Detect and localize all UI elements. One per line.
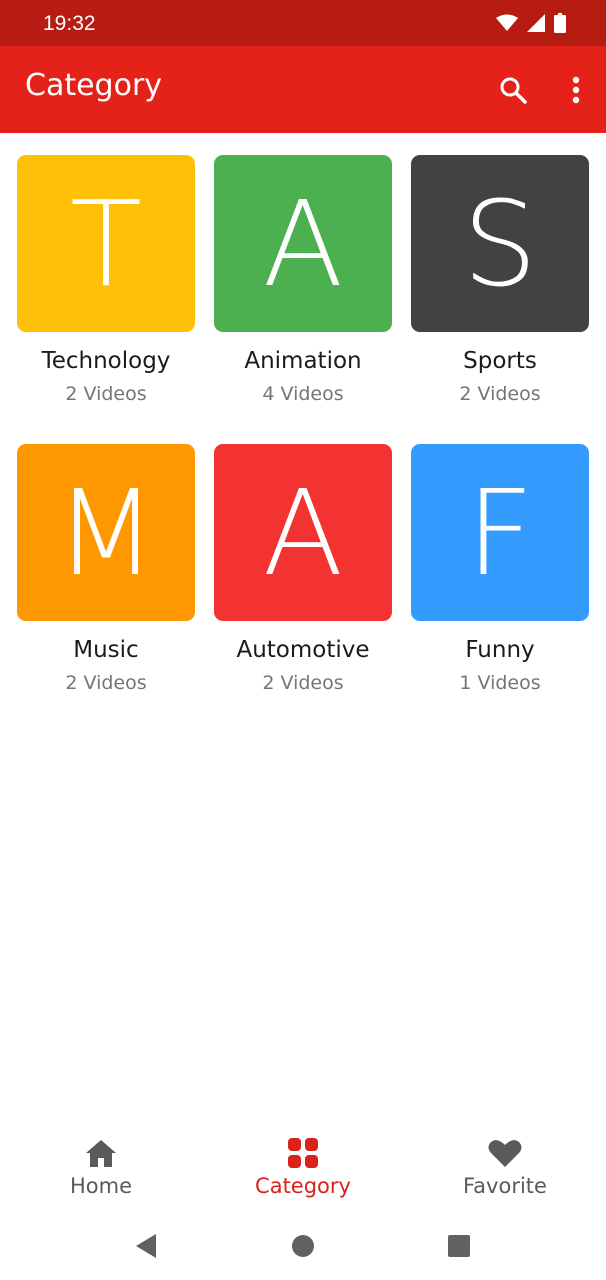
- nav-label: Home: [69, 1174, 132, 1198]
- app-bar: Category: [0, 46, 606, 133]
- more-vert-icon: [572, 76, 580, 104]
- search-icon: [500, 77, 527, 104]
- home-circle-icon: [292, 1235, 314, 1257]
- category-card-music[interactable]: M Music 2 Videos: [17, 444, 195, 694]
- status-time: 19:32: [43, 12, 96, 35]
- home-icon: [86, 1140, 116, 1167]
- category-tile: A: [214, 444, 392, 621]
- signal-icon: [527, 14, 545, 32]
- category-tile: S: [411, 155, 589, 332]
- grid-icon: [288, 1138, 318, 1168]
- system-back-button[interactable]: [130, 1230, 162, 1262]
- nav-icon-wrap: [84, 1133, 118, 1173]
- page-title: Category: [25, 68, 163, 103]
- status-bar: 19:32: [0, 0, 606, 46]
- screen: 19:32 Category T Technology 2 Videos A A…: [0, 0, 606, 1280]
- category-count: 2 Videos: [65, 383, 147, 405]
- bottom-nav: Home Category Favorite: [0, 1125, 606, 1210]
- battery-icon: [554, 13, 566, 33]
- category-tile: F: [411, 444, 589, 621]
- system-recents-button[interactable]: [443, 1230, 475, 1262]
- category-count: 1 Videos: [459, 672, 541, 694]
- category-count: 2 Videos: [65, 672, 147, 694]
- nav-item-category[interactable]: Category: [202, 1125, 404, 1210]
- search-button[interactable]: [493, 70, 533, 110]
- nav-label: Favorite: [463, 1174, 547, 1198]
- category-tile: M: [17, 444, 195, 621]
- category-letter: M: [55, 463, 157, 602]
- category-card-funny[interactable]: F Funny 1 Videos: [411, 444, 589, 694]
- nav-icon-wrap: [488, 1133, 522, 1173]
- category-card-automotive[interactable]: A Automotive 2 Videos: [214, 444, 392, 694]
- category-grid: T Technology 2 Videos A Animation 4 Vide…: [17, 155, 589, 733]
- nav-label: Category: [255, 1174, 351, 1198]
- wifi-icon: [496, 14, 518, 31]
- system-home-button[interactable]: [287, 1230, 319, 1262]
- nav-icon-wrap: [288, 1133, 318, 1173]
- status-icons: [496, 13, 566, 33]
- category-tile: A: [214, 155, 392, 332]
- more-options-button[interactable]: [556, 70, 596, 110]
- category-row: M Music 2 Videos A Automotive 2 Videos F…: [17, 444, 589, 694]
- back-triangle-icon: [136, 1234, 156, 1258]
- category-name: Funny: [465, 637, 535, 663]
- recents-square-icon: [448, 1235, 470, 1257]
- system-nav: [0, 1212, 606, 1280]
- category-card-technology[interactable]: T Technology 2 Videos: [17, 155, 195, 405]
- category-count: 4 Videos: [262, 383, 344, 405]
- heart-icon: [488, 1140, 522, 1167]
- category-letter: T: [69, 174, 143, 313]
- category-letter: F: [466, 463, 534, 602]
- category-letter: A: [262, 463, 344, 602]
- category-count: 2 Videos: [262, 672, 344, 694]
- category-name: Animation: [244, 348, 362, 374]
- nav-item-favorite[interactable]: Favorite: [404, 1125, 606, 1210]
- category-name: Technology: [41, 348, 171, 374]
- nav-item-home[interactable]: Home: [0, 1125, 202, 1210]
- category-count: 2 Videos: [459, 383, 541, 405]
- category-row: T Technology 2 Videos A Animation 4 Vide…: [17, 155, 589, 405]
- category-tile: T: [17, 155, 195, 332]
- category-name: Sports: [463, 348, 537, 374]
- category-card-animation[interactable]: A Animation 4 Videos: [214, 155, 392, 405]
- category-card-sports[interactable]: S Sports 2 Videos: [411, 155, 589, 405]
- category-letter: A: [262, 174, 344, 313]
- category-name: Automotive: [236, 637, 370, 663]
- category-letter: S: [462, 174, 538, 313]
- category-name: Music: [73, 637, 139, 663]
